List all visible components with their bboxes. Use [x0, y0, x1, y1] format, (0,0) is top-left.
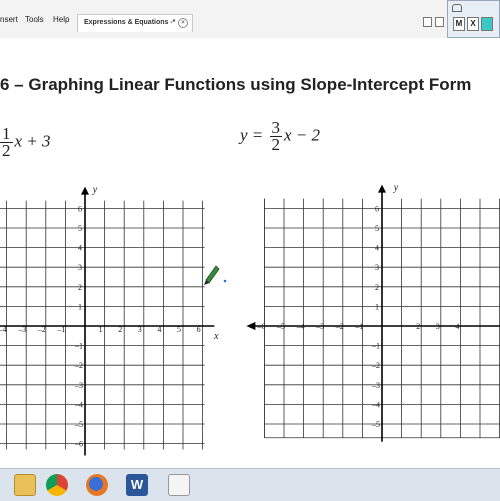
y-tick-label: 1: [375, 302, 379, 311]
x-tick-label: –2: [37, 325, 46, 334]
pen-cursor-icon: [204, 265, 220, 285]
x-tick-label: –2: [335, 322, 344, 331]
x-tick-label: –1: [56, 325, 65, 334]
word-icon[interactable]: W: [126, 474, 148, 496]
x-tick-label: 3: [436, 322, 440, 331]
y-tick-label: 6: [78, 204, 82, 213]
x-tick-label: –4: [296, 322, 305, 331]
y-tick-label: –3: [371, 381, 380, 390]
x-tick-label: 1: [99, 325, 103, 334]
x-tick-label: 6: [197, 325, 201, 334]
y-tick-label: –4: [371, 400, 380, 409]
y-tick-label: 4: [375, 244, 379, 253]
y-axis-arrow-icon: [81, 186, 89, 195]
y-tick-label: 4: [78, 244, 82, 253]
coordinate-grid-left: –4 –3 –2 –1 1 2 3 4 5 6 x y 1 2 3 4 5 6 –1 –2 –3 –4 –5 –6: [0, 185, 219, 456]
x-axis-label: x: [213, 331, 219, 342]
firefox-icon[interactable]: [86, 474, 108, 496]
x-tick-label: 4: [455, 322, 459, 331]
x-tick-label: 4: [157, 325, 161, 334]
x-tick-label: –4: [0, 325, 7, 334]
x-tick-label: 2: [118, 325, 122, 334]
y-tick-label: –3: [74, 381, 83, 390]
x-tick-label: –6: [256, 322, 265, 331]
taskbar: W: [0, 468, 500, 501]
y-tick-label: –1: [74, 342, 83, 351]
y-tick-label: 2: [78, 283, 82, 292]
y-tick-label: 2: [375, 283, 379, 292]
y-axis-label: y: [92, 185, 98, 196]
folder-icon[interactable]: [14, 474, 36, 496]
y-tick-label: –5: [371, 420, 380, 429]
y-tick-label: –2: [74, 361, 83, 370]
y-tick-label: –6: [74, 440, 83, 449]
x-axis-arrow-icon: [246, 322, 256, 330]
x-tick-label: 5: [177, 325, 181, 334]
y-tick-label: 5: [375, 224, 379, 233]
x-tick-label: –5: [276, 322, 285, 331]
y-tick-label: –4: [74, 400, 83, 409]
x-tick-label: –3: [315, 322, 324, 331]
x-tick-label: 2: [416, 322, 420, 331]
smartboard-icon[interactable]: [168, 474, 190, 496]
y-axis-label: y: [393, 183, 399, 194]
pen-dot: [223, 279, 227, 283]
y-tick-label: 6: [375, 204, 379, 213]
y-tick-label: 3: [78, 263, 82, 272]
graph-canvas[interactable]: –4–3–2–1123456xy123456–1–2–3–4–5–6 –6–5–…: [0, 0, 500, 500]
x-tick-label: –3: [17, 325, 26, 334]
x-tick-label: –1: [354, 322, 363, 331]
y-tick-label: 5: [78, 224, 82, 233]
y-tick-label: –1: [371, 342, 380, 351]
y-tick-label: –2: [371, 361, 380, 370]
y-tick-label: 3: [375, 263, 379, 272]
y-tick-label: 1: [78, 302, 82, 311]
chrome-icon[interactable]: [46, 474, 68, 496]
y-axis-arrow-icon: [378, 184, 386, 193]
x-tick-label: 3: [138, 325, 142, 334]
coordinate-grid-right: –6 –5 –4 –3 –2 –1 2 3 4 y 1 2 3 4 5 6 –1 –2 –3 –4 –5: [246, 183, 500, 442]
y-tick-label: –5: [74, 420, 83, 429]
